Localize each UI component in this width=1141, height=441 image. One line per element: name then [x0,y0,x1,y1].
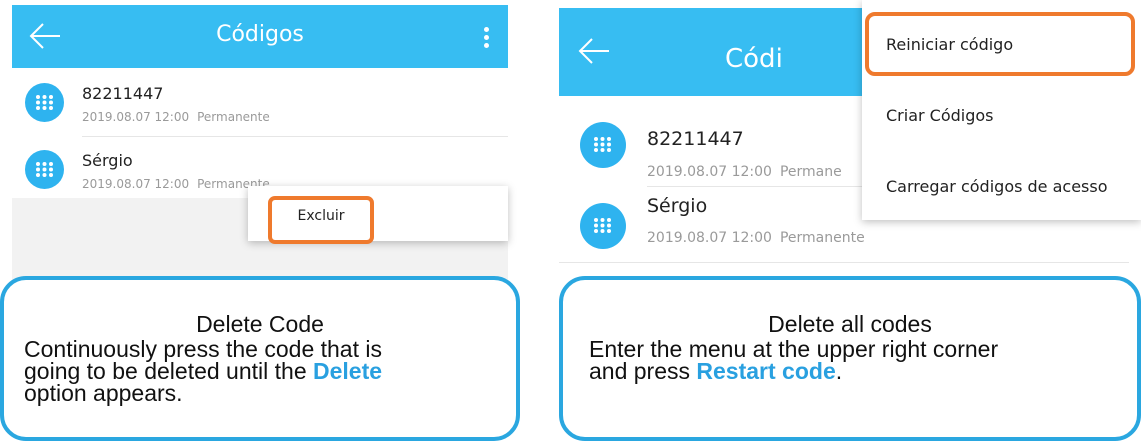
item-datetime: 2019.08.07 12:00 [82,177,190,191]
delete-menu-item[interactable]: Excluir [268,208,374,224]
item-name: Sérgio [82,151,133,170]
menu-item-create-codes[interactable]: Criar Códigos [886,106,994,125]
callout-body: Enter the menu at the upper right corner… [589,336,999,384]
item-validity: Permanente [779,230,865,246]
list-item[interactable]: 82211447 2019.08.07 12:00 Permanente [12,68,508,136]
item-meta: 2019.08.07 12:00 Permanente [647,230,865,246]
left-screenshot-panel: Códigos 82211447 2019.08.07 12:00 Permane… [0,0,520,441]
keypad-icon [580,122,626,168]
item-datetime: 2019.08.07 12:00 [647,164,772,180]
instruction-callout: Delete Code Continuously press the code … [0,276,520,441]
callout-line: Continuously press the code that is [24,336,382,362]
item-meta: 2019.08.07 12:00 Permane [647,164,842,180]
callout-line: option appears. [24,380,183,406]
page-title: Códi [725,44,783,74]
item-meta: 2019.08.07 12:00 Permanente [82,177,270,191]
keypad-icon [25,83,64,122]
item-name: Sérgio [647,195,708,217]
callout-text: . [835,358,843,384]
callout-text: and press [589,358,691,384]
menu-item-load-access-codes[interactable]: Carregar códigos de acesso [886,177,1108,196]
instruction-callout: Delete all codes Enter the menu at the u… [559,276,1141,441]
item-datetime: 2019.08.07 12:00 [647,230,772,246]
app-header: Códigos [12,5,508,68]
kebab-menu-icon[interactable] [484,27,490,51]
callout-title: Delete Code [196,311,324,337]
back-arrow-icon[interactable] [577,36,611,66]
item-name: 82211447 [647,128,744,150]
item-meta: 2019.08.07 12:00 Permanente [82,110,270,124]
restart-code-highlight [865,12,1135,76]
item-validity: Permanente [197,110,270,124]
right-screenshot-panel: Códi 82211447 2019.08.07 12:00 Permane Sé… [555,0,1141,441]
divider [559,262,1129,263]
callout-line: going to be deleted until the Delete [24,358,383,384]
callout-line: Enter the menu at the upper right corner [589,336,999,362]
item-datetime: 2019.08.07 12:00 [82,110,190,124]
page-title: Códigos [216,22,304,47]
item-name: 82211447 [82,84,164,103]
keypad-icon [25,150,64,189]
item-validity: Permane [779,164,842,180]
callout-line: and press Restart code. [589,358,998,384]
callout-keyword: Delete [313,358,383,384]
keypad-icon [580,203,626,249]
callout-body: Continuously press the code that is goin… [24,336,383,406]
callout-keyword: Restart code [696,358,836,384]
callout-title: Delete all codes [768,311,932,337]
